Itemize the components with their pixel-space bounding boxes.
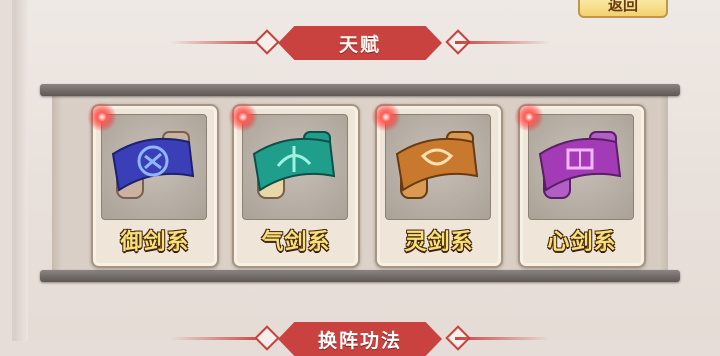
sword-scroll-icon <box>395 131 479 199</box>
sword-scroll-icon <box>538 131 622 199</box>
talent-card-yujian[interactable]: 御剑系 <box>87 102 219 268</box>
new-indicator <box>514 102 544 132</box>
section-title-banner: 天赋 <box>170 26 550 60</box>
banner-line-left <box>170 41 265 44</box>
talent-card-label: 灵剑系 <box>404 230 474 255</box>
new-indicator <box>371 102 401 132</box>
banner-center: 天赋 <box>278 26 442 60</box>
sword-scroll-icon <box>111 131 195 199</box>
next-section-title-banner: 换阵功法 <box>170 322 550 356</box>
new-indicator <box>87 102 117 132</box>
banner-diamond-left <box>254 29 280 55</box>
back-button[interactable]: 返回 <box>578 0 668 18</box>
talent-card-lingjian[interactable]: 灵剑系 <box>371 102 503 268</box>
talent-card-label: 心剑系 <box>547 230 617 255</box>
next-section-title: 换阵功法 <box>317 329 402 352</box>
banner-diamond-left <box>254 325 280 351</box>
banner-line-left <box>170 337 265 340</box>
talent-card-label: 御剑系 <box>120 230 190 255</box>
banner-line-right <box>455 41 550 44</box>
talent-card-xinjian[interactable]: 心剑系 <box>514 102 646 268</box>
sword-scroll-icon <box>252 131 336 199</box>
section-title: 天赋 <box>338 33 381 56</box>
shelf-top-bar <box>40 84 680 96</box>
new-indicator <box>228 102 258 132</box>
banner-line-right <box>455 337 550 340</box>
banner-center: 换阵功法 <box>278 322 442 356</box>
talent-card-label: 气剑系 <box>261 230 331 255</box>
shelf-bottom-bar <box>40 270 680 282</box>
talent-card-qijian[interactable]: 气剑系 <box>228 102 360 268</box>
